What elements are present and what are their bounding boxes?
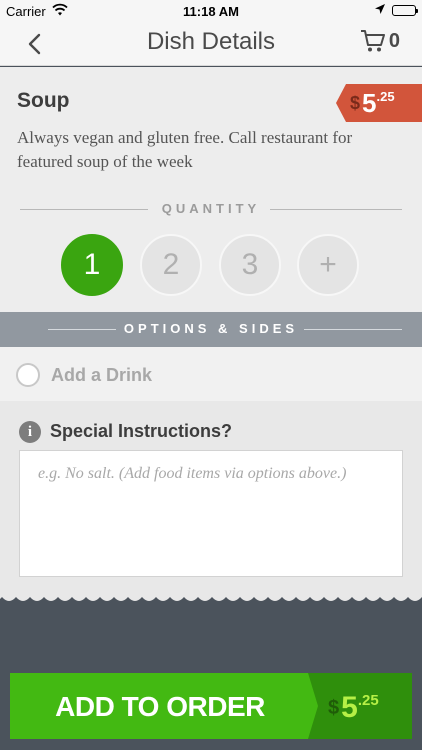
quantity-divider: QUANTITY	[20, 201, 402, 217]
info-icon: i	[19, 421, 41, 443]
special-instructions-title: Special Instructions?	[50, 421, 233, 441]
nav-bar: Dish Details 0	[0, 22, 422, 66]
order-total-dollars: 5	[341, 691, 358, 724]
dish-info-panel: Soup $ 5 .25 Always vegan and gluten fre…	[0, 67, 422, 312]
quantity-option-1[interactable]: 1	[61, 234, 123, 296]
add-drink-option[interactable]: Add a Drink	[0, 347, 422, 401]
order-total-currency: $	[328, 697, 340, 719]
quantity-selector: 1 2 3 +	[61, 234, 361, 296]
quantity-option-2[interactable]: 2	[140, 234, 202, 296]
wavy-edge	[0, 593, 422, 607]
divider-line	[304, 329, 402, 330]
status-bar: Carrier 11:18 AM	[0, 0, 422, 22]
page-title: Dish Details	[146, 28, 276, 55]
cart-icon	[360, 30, 385, 52]
add-to-order-label: ADD TO ORDER	[55, 691, 265, 722]
price-currency: $	[350, 93, 361, 113]
special-instructions-section: i Special Instructions?	[0, 401, 422, 601]
cart-count: 0	[388, 29, 400, 52]
location-arrow-icon	[374, 3, 386, 18]
special-instructions-input[interactable]	[19, 450, 403, 577]
battery-icon	[392, 5, 418, 16]
price-dollars: 5	[362, 88, 377, 118]
status-time: 11:18 AM	[183, 4, 239, 19]
dish-name: Soup	[17, 89, 70, 112]
order-total-cents: .25	[357, 692, 379, 709]
quantity-more-button[interactable]: +	[297, 234, 359, 296]
price-cents: .25	[376, 89, 395, 104]
price-tag: $ 5 .25	[336, 84, 422, 122]
cart-button[interactable]: 0	[360, 29, 400, 53]
add-drink-label: Add a Drink	[51, 365, 153, 385]
dish-description: Always vegan and gluten free. Call resta…	[17, 128, 353, 171]
add-drink-radio[interactable]	[16, 363, 40, 387]
divider-line	[270, 209, 402, 210]
add-to-order-button[interactable]: ADD TO ORDER $ 5 .25	[10, 673, 412, 739]
options-sides-header: OPTIONS & SIDES	[0, 312, 422, 347]
order-total: $ 5 .25	[308, 673, 412, 739]
quantity-option-3[interactable]: 3	[219, 234, 281, 296]
